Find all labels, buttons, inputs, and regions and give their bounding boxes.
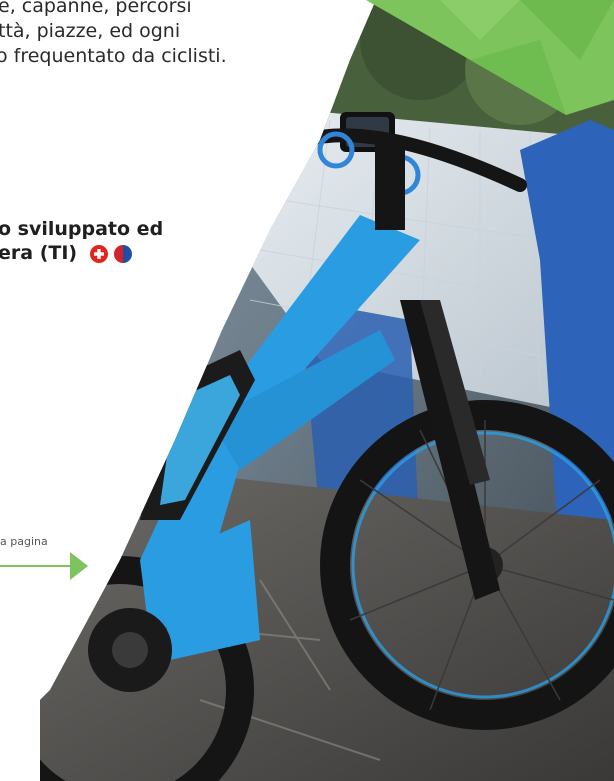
ebike-photo [40,0,614,781]
next-page-arrow-icon[interactable] [0,546,90,582]
